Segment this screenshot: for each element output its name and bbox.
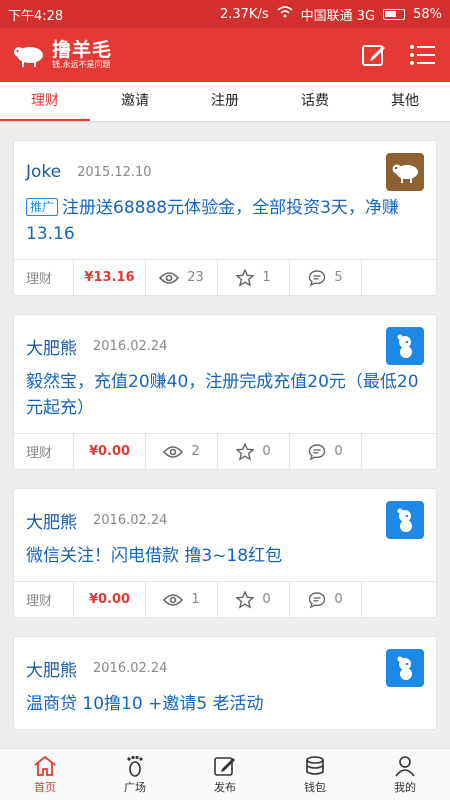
views-count: 23 [187,270,204,285]
stars-count: 0 [262,444,271,459]
tab-huafei[interactable]: 话费 [270,82,360,121]
nav-square[interactable]: 广场 [90,749,180,800]
post-category: 理财 [14,260,74,295]
edit-icon [362,45,385,66]
star-button[interactable]: 0 [218,582,290,617]
comment-icon [309,269,326,286]
bear-icon [397,508,412,532]
post-category: 理财 [14,434,74,469]
nav-publish-label: 发布 [214,780,236,794]
nav-square-label: 广场 [124,780,146,794]
tab-licai[interactable]: 理财 [0,82,90,121]
tab-yaoqing[interactable]: 邀请 [90,82,180,121]
wifi-icon [277,6,293,22]
nav-mine-label: 我的 [394,780,416,794]
post-card[interactable]: 大肥熊 2016.02.24 毅然宝，充值20赚40，注册完成充值20元（最低2… [13,314,437,470]
post-date: 2016.02.24 [93,660,168,676]
comment-button[interactable]: 0 [290,434,362,469]
post-content[interactable]: 温商贷 10撸10 +邀请5 老活动 [14,687,436,729]
views-count: 1 [191,592,200,607]
bear-avatar[interactable] [386,327,424,365]
nav-wallet[interactable]: 钱包 [270,749,360,800]
sheep-icon [392,164,418,183]
bear-avatar[interactable] [386,501,424,539]
views-stat: 2 [146,434,218,469]
post-date: 2016.02.24 [93,338,168,354]
comment-button[interactable]: 5 [290,260,362,295]
post-amount: ¥0.00 [74,434,146,469]
nav-home[interactable]: 首页 [0,749,90,800]
bear-icon [397,656,412,680]
footprint-icon [127,755,143,777]
star-icon [236,590,255,609]
app-title: 撸羊毛 [52,39,113,61]
battery-level: 58% [413,6,442,22]
views-stat: 23 [146,260,218,295]
post-author[interactable]: 大肥熊 [26,508,77,533]
stars-count: 1 [262,270,271,285]
post-content[interactable]: 毅然宝，充值20赚40，注册完成充值20元（最低20元起充） [14,365,436,433]
stars-count: 0 [262,592,271,607]
star-button[interactable]: 1 [218,260,290,295]
tab-qita[interactable]: 其他 [360,82,450,121]
post-card[interactable]: 大肥熊 2016.02.24 微信关注！闪电借款 撸3~18红包 理财 ¥0.0… [13,488,437,618]
post-card[interactable]: 大肥熊 2016.02.24 温商贷 10撸10 +邀请5 老活动 [13,636,437,730]
sheep-avatar[interactable] [386,153,424,191]
star-button[interactable]: 0 [218,434,290,469]
comments-count: 0 [334,592,343,607]
comment-icon [309,591,326,608]
post-author[interactable]: 大肥熊 [26,656,77,681]
nav-wallet-label: 钱包 [304,780,326,794]
home-icon [34,755,56,776]
post-text: 注册送68888元体验金，全部投资3天，净赚13.16 [26,198,399,244]
comment-button[interactable]: 0 [290,582,362,617]
post-card[interactable]: Joke 2015.12.10 推广 注册送68888元体验金，全部投资3天，净赚… [13,140,437,296]
star-icon [236,268,255,287]
nav-home-label: 首页 [34,780,56,794]
app-subtitle: 钱,永远不是问题 [52,60,111,69]
nav-mine[interactable]: 我的 [360,749,450,800]
comments-count: 0 [334,444,343,459]
app-bar: 撸羊毛 钱,永远不是问题 [0,28,450,82]
post-amount: ¥13.16 [74,260,146,295]
comment-icon [309,443,326,460]
tab-zhuce[interactable]: 注册 [180,82,270,121]
nav-publish[interactable]: 发布 [180,749,270,800]
post-date: 2015.12.10 [77,164,152,180]
post-date: 2016.02.24 [93,512,168,528]
post-feed[interactable]: Joke 2015.12.10 推广 注册送68888元体验金，全部投资3天，净赚… [0,122,450,748]
eye-icon [163,445,184,458]
carrier-label: 中国联通 3G [300,8,376,24]
post-author[interactable]: 大肥熊 [26,334,77,359]
comments-count: 5 [334,270,343,285]
person-icon [395,755,415,776]
status-bar: 下午4:28 2.37K/s 中国联通 3G 58% [0,0,450,28]
post-content[interactable]: 推广 注册送68888元体验金，全部投资3天，净赚13.16 [14,191,436,259]
post-amount: ¥0.00 [74,582,146,617]
status-time: 下午4:28 [8,8,64,24]
bear-icon [397,334,412,358]
edit-icon [214,756,235,776]
list-menu-icon [410,45,435,65]
category-tabs: 理财 邀请 注册 话费 其他 [0,82,450,122]
menu-button[interactable] [406,39,438,71]
post-category: 理财 [14,582,74,617]
promo-badge: 推广 [26,198,59,216]
post-author[interactable]: Joke [26,162,61,182]
views-stat: 1 [146,582,218,617]
views-count: 2 [191,444,200,459]
wallet-icon [306,755,324,775]
bear-avatar[interactable] [386,649,424,687]
star-icon [236,442,255,461]
compose-button[interactable] [358,39,390,71]
post-content[interactable]: 微信关注！闪电借款 撸3~18红包 [14,539,436,581]
bottom-navigation: 首页 广场 发布 钱包 我的 [0,748,450,800]
eye-icon [159,271,180,284]
battery-icon [383,8,406,20]
network-speed: 2.37K/s [219,6,269,22]
app-logo: 撸羊毛 钱,永远不是问题 [12,40,342,70]
eye-icon [163,593,184,606]
sheep-logo-icon [14,47,43,67]
